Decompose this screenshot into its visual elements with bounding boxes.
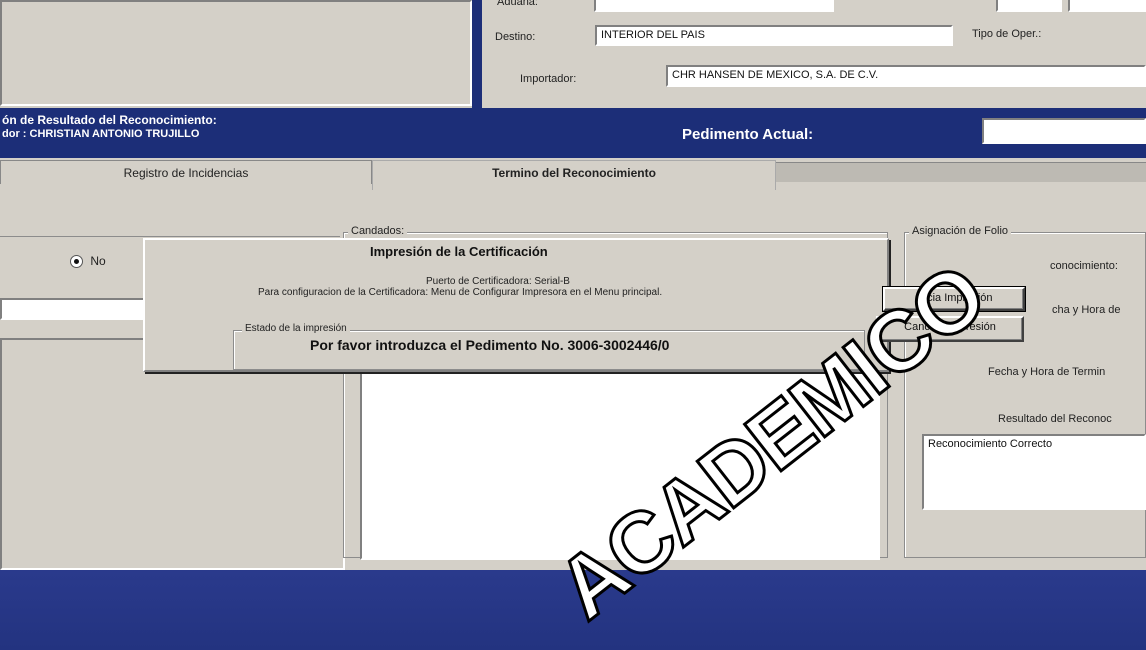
tab-strip-rest [776,162,1146,182]
tipo-oper-label: Tipo de Oper.: [972,28,1042,40]
tab-termino-reconocimiento-label: Termino del Reconocimiento [492,166,656,180]
left-list[interactable] [0,338,345,570]
resultado-field[interactable]: Reconocimiento Correcto [922,434,1146,510]
aduana-field[interactable] [594,0,834,12]
top-divider [472,0,482,108]
status-message: Por favor introduzca el Pedimento No. 30… [310,337,670,353]
radio-no-button[interactable] [70,255,83,269]
pedimento-actual-field[interactable] [982,118,1146,144]
tab-registro-incidencias-label: Registro de Incidencias [123,166,249,180]
estado-label: Estado de la impresión [242,323,350,334]
fecha-hora-label: cha y Hora de [1052,304,1121,316]
fecha-termino-label: Fecha y Hora de Termin [988,366,1106,378]
resultado-value: Reconocimiento Correcto [928,438,1053,450]
left-group-line [0,236,340,237]
config-text: Para configuracion de la Certificadora: … [258,287,663,298]
destino-field[interactable]: INTERIOR DEL PAIS [595,25,953,46]
aduana-label: Aduana: [497,0,538,8]
puerto-text: Puerto de Certificadora: Serial-B [426,276,570,287]
candados-label: Candados: [348,225,408,237]
aduana-extra-field-2[interactable] [1068,0,1146,12]
status-line-1: ón de Resultado del Reconocimiento: [2,113,217,127]
pedimento-actual-label: Pedimento Actual: [682,126,814,143]
status-line-2: dor : CHRISTIAN ANTONIO TRUJILLO [2,128,200,140]
resultado-label: Resultado del Reconoc [998,413,1112,425]
importador-field[interactable]: CHR HANSEN DE MEXICO, S.A. DE C.V. [666,65,1146,87]
radio-no[interactable]: No [70,254,106,269]
tab-termino-reconocimiento[interactable]: Termino del Reconocimiento [372,160,776,190]
dialog-title: Impresión de la Certificación [370,244,548,259]
radio-no-label: No [90,254,106,268]
folio-group-label: Asignación de Folio [909,225,1012,237]
tab-registro-incidencias[interactable]: Registro de Incidencias [0,160,372,184]
aduana-extra-field[interactable] [996,0,1062,12]
destino-label: Destino: [495,31,536,43]
importador-label: Importador: [520,73,577,85]
top-left-box [0,0,472,106]
reconocimiento-label: conocimiento: [1050,260,1118,272]
header-panel [482,0,1146,108]
